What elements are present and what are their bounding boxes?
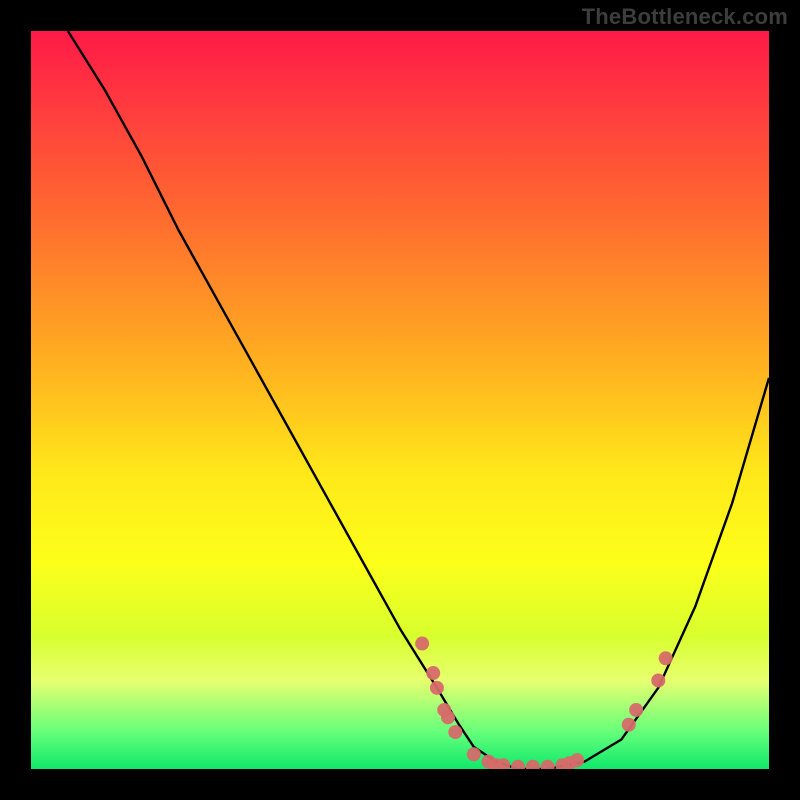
marker-dot <box>415 637 429 651</box>
marker-dot <box>467 747 481 761</box>
marker-dot <box>426 666 440 680</box>
marker-dot <box>622 718 636 732</box>
marker-group <box>415 637 673 769</box>
chart-svg <box>31 31 769 769</box>
marker-dot <box>430 681 444 695</box>
marker-dot <box>511 760 525 769</box>
marker-dot <box>441 710 455 724</box>
marker-dot <box>541 760 555 769</box>
marker-dot <box>448 725 462 739</box>
plot-area <box>31 31 769 769</box>
marker-dot <box>651 673 665 687</box>
watermark-text: TheBottleneck.com <box>582 4 788 30</box>
marker-dot <box>659 651 673 665</box>
marker-dot <box>629 703 643 717</box>
chart-stage: TheBottleneck.com <box>0 0 800 800</box>
marker-dot <box>526 760 540 769</box>
marker-dot <box>570 753 584 767</box>
